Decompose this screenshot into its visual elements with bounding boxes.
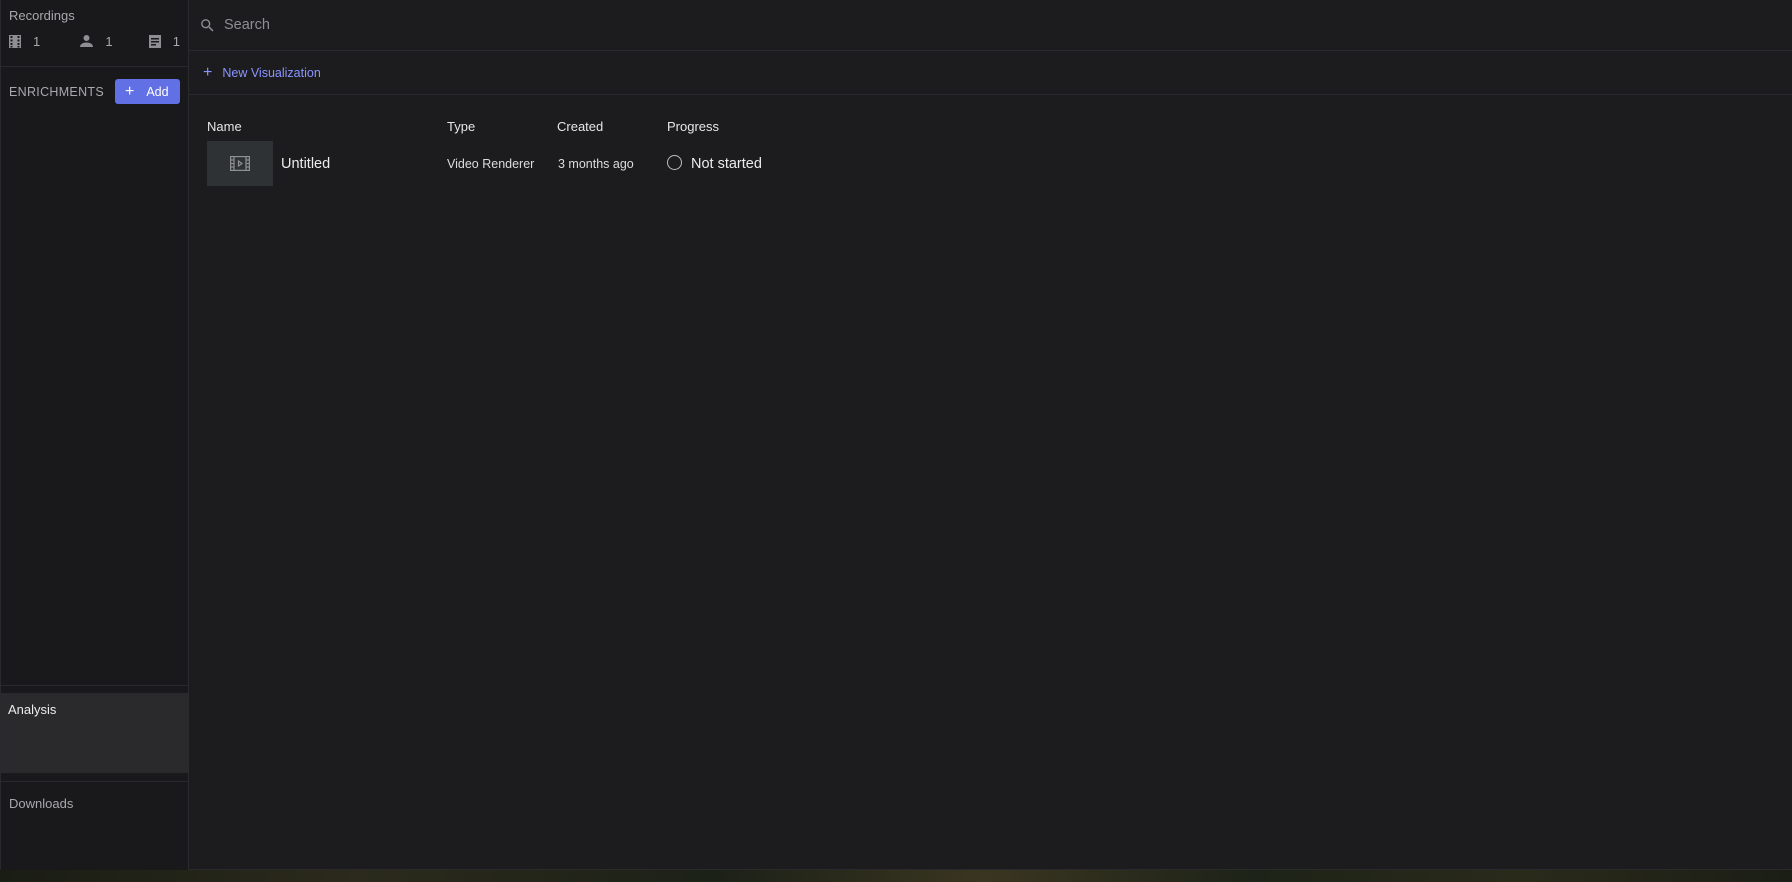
table-header-row: Name Type Created Progress — [207, 117, 827, 135]
progress-status: Not started — [691, 155, 762, 172]
divider — [1, 685, 189, 686]
visualization-name: Untitled — [281, 155, 331, 172]
sidebar-item-analysis[interactable]: Analysis — [1, 693, 189, 773]
visualization-name-cell: Untitled — [207, 141, 447, 186]
film-icon — [9, 34, 21, 48]
person-icon — [80, 35, 94, 47]
column-header-created[interactable]: Created — [557, 117, 667, 135]
divider — [1, 781, 189, 782]
visualization-type: Video Renderer — [447, 156, 535, 171]
video-file-icon — [230, 156, 250, 171]
search-input[interactable] — [224, 17, 1124, 33]
search-icon — [201, 18, 214, 32]
add-enrichment-label: Add — [146, 84, 169, 99]
visualization-thumbnail — [207, 141, 273, 186]
document-icon — [148, 34, 161, 48]
visualizations-table: Name Type Created Progress Untitled Vide… — [207, 117, 827, 186]
main-content: + New Visualization Name Type Created Pr… — [189, 0, 1792, 869]
plus-icon: + — [125, 82, 135, 100]
add-enrichment-button[interactable]: + Add — [115, 79, 180, 104]
circle-outline-icon — [667, 155, 682, 170]
enrichments-label: ENRICHMENTS — [9, 84, 104, 99]
recordings-stats: 1 1 1 — [9, 32, 180, 50]
templates-count-stat: 1 — [148, 33, 180, 49]
visualization-created: 3 months ago — [558, 156, 634, 171]
recordings-count: 1 — [33, 33, 41, 49]
sidebar: Recordings 1 1 1 ENRICHMENTS + Add Analy… — [0, 0, 189, 870]
column-header-name[interactable]: Name — [207, 117, 447, 135]
plus-icon: + — [203, 63, 213, 81]
new-visualization-label: New Visualization — [222, 65, 321, 80]
app-window: Recordings 1 1 1 ENRICHMENTS + Add Analy… — [0, 0, 1792, 870]
new-visualization-button[interactable]: + New Visualization — [203, 63, 321, 81]
wearers-count: 1 — [105, 33, 113, 49]
toolbar: + New Visualization — [189, 51, 1792, 95]
recordings-section[interactable]: Recordings 1 1 1 — [1, 0, 188, 67]
visualization-progress: Not started — [667, 155, 827, 172]
column-header-type[interactable]: Type — [447, 117, 557, 135]
table-row[interactable]: Untitled Video Renderer 3 months ago Not… — [207, 135, 827, 186]
column-header-progress[interactable]: Progress — [667, 117, 827, 135]
wearers-count-stat: 1 — [80, 34, 148, 49]
analysis-label: Analysis — [8, 702, 57, 717]
enrichments-section: ENRICHMENTS + Add — [1, 67, 188, 104]
desktop-background — [0, 870, 1792, 882]
templates-count: 1 — [172, 33, 180, 49]
recordings-count-stat: 1 — [9, 34, 80, 49]
sidebar-item-downloads[interactable]: Downloads — [9, 796, 73, 811]
search-bar — [189, 0, 1792, 51]
recordings-title: Recordings — [9, 8, 75, 23]
